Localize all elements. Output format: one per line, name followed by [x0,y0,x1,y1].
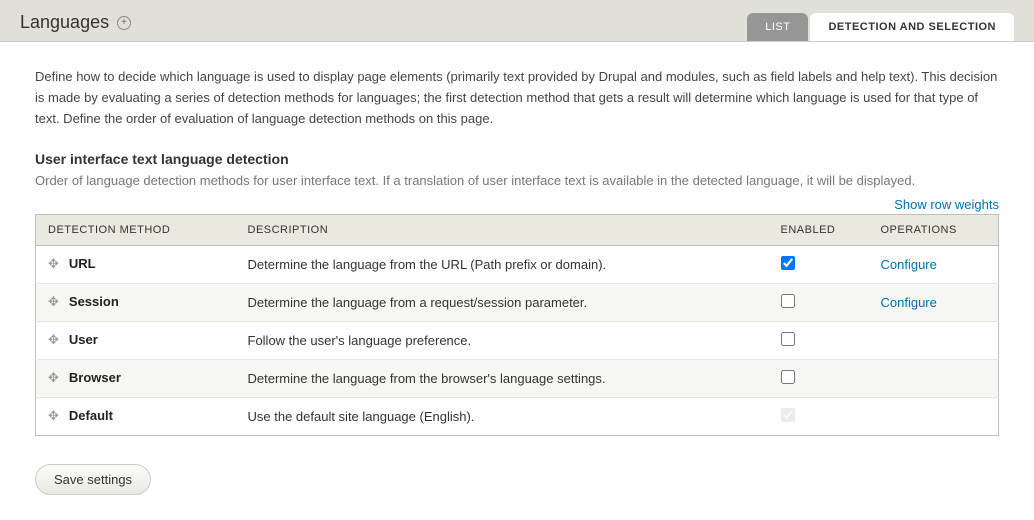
drag-handle-icon[interactable]: ✥ [48,408,59,424]
detection-table: DETECTION METHOD DESCRIPTION ENABLED OPE… [35,214,999,436]
description-cell: Determine the language from the browser'… [236,359,769,397]
configure-link[interactable]: Configure [881,295,937,310]
method-cell: ✥ Browser [36,359,236,397]
operations-cell [869,359,999,397]
description-cell: Follow the user's language preference. [236,321,769,359]
tab-list[interactable]: LIST [747,13,808,41]
description-cell: Determine the language from the URL (Pat… [236,245,769,283]
th-method: DETECTION METHOD [36,214,236,245]
table-row[interactable]: ✥ URL Determine the language from the URL … [36,245,999,283]
enabled-cell [769,245,869,283]
plus-icon[interactable]: + [117,16,131,30]
enabled-cell [769,283,869,321]
header-bar: Languages + LIST DETECTION AND SELECTION [0,0,1034,42]
method-cell: ✥ Session [36,283,236,321]
section-desc: Order of language detection methods for … [35,171,999,191]
method-cell: ✥ User [36,321,236,359]
table-row[interactable]: ✥ Session Determine the language from a re… [36,283,999,321]
operations-cell [869,397,999,435]
method-name: User [69,332,98,347]
tab-detection[interactable]: DETECTION AND SELECTION [810,13,1014,41]
enabled-checkbox[interactable] [781,294,795,308]
enabled-cell [769,359,869,397]
drag-handle-icon[interactable]: ✥ [48,256,59,272]
method-cell: ✥ URL [36,245,236,283]
method-name: Default [69,408,113,423]
intro-text: Define how to decide which language is u… [35,67,999,129]
enabled-checkbox [781,408,795,422]
content: Define how to decide which language is u… [0,42,1034,520]
operations-cell [869,321,999,359]
method-name: URL [69,256,96,271]
description-cell: Use the default site language (English). [236,397,769,435]
drag-handle-icon[interactable]: ✥ [48,370,59,386]
method-name: Browser [69,370,121,385]
operations-cell: Configure [869,283,999,321]
tabs: LIST DETECTION AND SELECTION [747,13,1014,41]
table-row[interactable]: ✥ User Follow the user's language preferen… [36,321,999,359]
table-row[interactable]: ✥ Browser Determine the language from the … [36,359,999,397]
section-title: User interface text language detection [35,151,999,167]
th-description: DESCRIPTION [236,214,769,245]
page-title-text: Languages [20,12,109,33]
show-row-weights-link[interactable]: Show row weights [894,197,999,212]
enabled-cell [769,321,869,359]
show-row-weights: Show row weights [35,197,999,212]
drag-handle-icon[interactable]: ✥ [48,294,59,310]
enabled-checkbox[interactable] [781,256,795,270]
configure-link[interactable]: Configure [881,257,937,272]
enabled-checkbox[interactable] [781,332,795,346]
description-cell: Determine the language from a request/se… [236,283,769,321]
method-name: Session [69,294,119,309]
th-enabled: ENABLED [769,214,869,245]
save-button[interactable]: Save settings [35,464,151,495]
page-title: Languages + [20,12,131,41]
table-row[interactable]: ✥ Default Use the default site language (E… [36,397,999,435]
enabled-checkbox[interactable] [781,370,795,384]
enabled-cell [769,397,869,435]
method-cell: ✥ Default [36,397,236,435]
operations-cell: Configure [869,245,999,283]
th-operations: OPERATIONS [869,214,999,245]
drag-handle-icon[interactable]: ✥ [48,332,59,348]
